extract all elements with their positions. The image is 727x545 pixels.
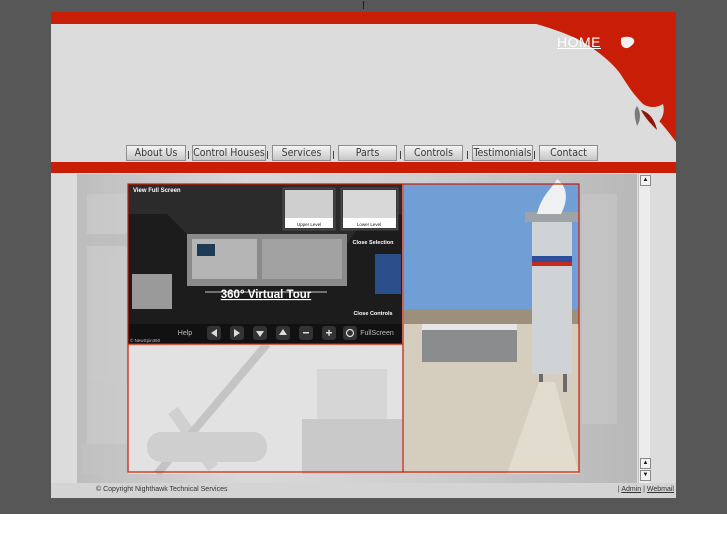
nav-about-us-button[interactable]: About Us xyxy=(126,145,186,161)
monitor-right xyxy=(375,254,401,294)
home-link[interactable]: HOME xyxy=(557,34,601,50)
bird-talon-shape xyxy=(634,106,640,126)
nav-separator xyxy=(188,151,189,159)
zoom-in-glyph-v xyxy=(328,329,330,336)
red-swoosh-shape xyxy=(489,12,676,142)
scroll-down-button[interactable]: ▼ xyxy=(640,470,651,481)
footer-links: | Admin | Webmail xyxy=(618,486,674,493)
tour-credit: © NewSpin360 xyxy=(130,337,161,343)
content-scrollbar[interactable]: ▲ ▲ ▼ xyxy=(638,174,651,483)
silo-leg-right xyxy=(563,374,567,392)
nav-controls-button[interactable]: Controls xyxy=(404,145,463,161)
monitor-left xyxy=(132,274,172,309)
console-screen xyxy=(197,244,215,256)
nav-separator xyxy=(534,151,535,159)
control-house-roof xyxy=(422,324,517,330)
lower-level-label: Lower Level xyxy=(357,222,381,227)
silo-stripe-red xyxy=(532,262,572,266)
plant-tank xyxy=(317,369,387,419)
view-full-screen-link[interactable]: View Full Screen xyxy=(133,188,181,194)
virtual-tour-panel: View Full Screen Upper Level Lower Level… xyxy=(128,184,402,344)
footer-separator: | xyxy=(643,486,645,493)
footer-separator: | xyxy=(617,486,620,493)
close-selection-link[interactable]: Close Selection xyxy=(353,240,395,246)
zoom-out-glyph xyxy=(303,332,309,334)
webmail-link[interactable]: Webmail xyxy=(647,486,674,493)
lower-left-photo xyxy=(128,341,402,477)
scroll-up-button[interactable]: ▲ xyxy=(640,175,651,186)
bg-tower-right xyxy=(582,194,617,424)
nav-separator xyxy=(333,151,334,159)
admin-link[interactable]: Admin xyxy=(621,486,641,493)
copyright-text: © Copyright Nighthawk Technical Services xyxy=(96,486,228,493)
rotate-icon[interactable] xyxy=(343,326,357,340)
scroll-page-up-button[interactable]: ▲ xyxy=(640,458,651,469)
drum-mixer xyxy=(147,432,267,462)
asphalt-plant-photo xyxy=(404,179,579,474)
top-tick-mark xyxy=(363,1,364,9)
nav-separator xyxy=(267,151,268,159)
main-navigation: About Us Control Houses Services Parts C… xyxy=(51,145,676,161)
storage-silo xyxy=(532,214,572,374)
console-panel-right xyxy=(262,239,342,279)
nav-red-bar xyxy=(51,162,676,173)
bg-pipe xyxy=(82,444,127,474)
content-area: View Full Screen Upper Level Lower Level… xyxy=(77,174,637,483)
lower-level-thumbnail-image xyxy=(343,190,396,218)
nav-separator xyxy=(400,151,401,159)
page-background: HOME About Us Control Houses Services Pa… xyxy=(0,0,727,514)
bg-silo-band xyxy=(87,234,127,246)
upper-level-label: Upper Level xyxy=(297,222,321,227)
nav-control-houses-button[interactable]: Control Houses xyxy=(192,145,266,161)
nav-services-button[interactable]: Services xyxy=(272,145,331,161)
virtual-tour-title[interactable]: 360° Virtual Tour xyxy=(221,289,312,301)
nav-testimonials-button[interactable]: Testimonials xyxy=(472,145,533,161)
plant-structure xyxy=(302,419,402,474)
upper-level-thumbnail-image xyxy=(285,190,333,218)
nav-parts-button[interactable]: Parts xyxy=(338,145,397,161)
content-graphics: View Full Screen Upper Level Lower Level… xyxy=(82,179,617,477)
close-controls-link[interactable]: Close Controls xyxy=(353,311,392,317)
bg-silo xyxy=(87,194,127,444)
nav-separator xyxy=(467,151,468,159)
tour-fullscreen-button[interactable]: FullScreen xyxy=(360,330,394,337)
nav-contact-button[interactable]: Contact xyxy=(539,145,598,161)
silo-stripe-blue xyxy=(532,256,572,262)
footer: © Copyright Nighthawk Technical Services… xyxy=(51,483,676,498)
website-frame: HOME About Us Control Houses Services Pa… xyxy=(51,12,676,498)
tour-help-button[interactable]: Help xyxy=(178,330,193,337)
